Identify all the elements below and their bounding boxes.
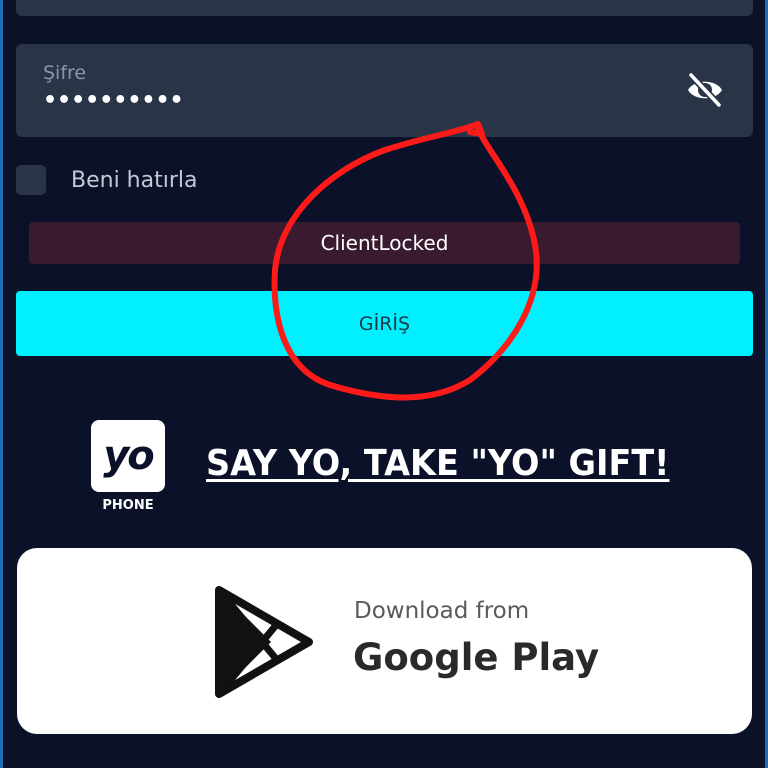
yo-logo-text: yo [103, 433, 155, 479]
error-banner: ClientLocked [29, 222, 740, 264]
google-play-badge[interactable]: Download from Google Play [17, 548, 752, 734]
remember-me-label: Beni hatırla [71, 167, 198, 193]
error-message: ClientLocked [320, 231, 449, 255]
screen-edge-left [0, 0, 3, 768]
google-play-text: Google Play [353, 636, 600, 679]
login-screen: Şifre •••••••••• Beni hatırla ClientLock… [0, 0, 768, 768]
password-label: Şifre [43, 62, 87, 84]
username-field[interactable] [16, 0, 753, 16]
login-button[interactable]: GİRİŞ [16, 291, 753, 356]
remember-me-row[interactable]: Beni hatırla [16, 163, 197, 197]
password-field[interactable]: Şifre •••••••••• [16, 44, 753, 137]
yo-logo-caption: PHONE [102, 498, 154, 513]
password-input[interactable]: •••••••••• [43, 88, 184, 113]
promo-headline[interactable]: SAY YO, TAKE "YO" GIFT! [206, 443, 669, 484]
yo-phone-logo[interactable]: yo [91, 420, 165, 492]
eye-off-icon[interactable] [685, 71, 725, 109]
remember-me-checkbox[interactable] [16, 165, 46, 195]
download-from-text: Download from [354, 598, 530, 624]
google-play-icon [215, 586, 313, 698]
login-button-label: GİRİŞ [358, 312, 411, 335]
